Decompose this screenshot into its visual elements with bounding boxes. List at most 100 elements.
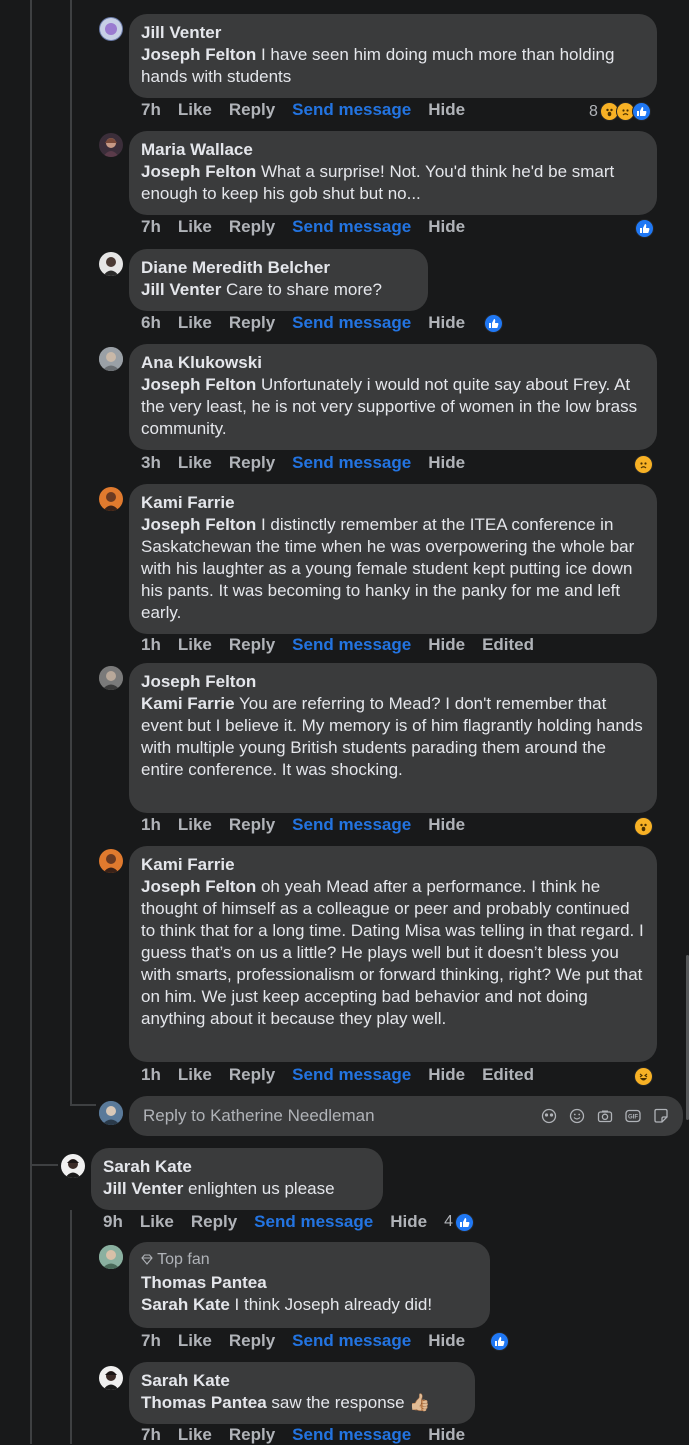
camera-icon[interactable] <box>597 1108 613 1124</box>
reaction-summary[interactable] <box>634 455 653 474</box>
comment-author[interactable]: Sarah Kate <box>141 1370 463 1392</box>
avatar[interactable] <box>99 252 123 276</box>
comment-author[interactable]: Diane Meredith Belcher <box>141 257 416 279</box>
comment-time[interactable]: 7h <box>141 1425 161 1445</box>
reply-button[interactable]: Reply <box>229 313 275 333</box>
comment-time[interactable]: 6h <box>141 313 161 333</box>
like-button[interactable]: Like <box>178 453 212 473</box>
like-reaction-icon[interactable] <box>490 1331 510 1351</box>
avatar[interactable] <box>99 347 123 371</box>
comment-time[interactable]: 1h <box>141 1065 161 1085</box>
hide-button[interactable]: Hide <box>428 217 465 237</box>
send-message-button[interactable]: Send message <box>292 100 411 120</box>
reaction-summary[interactable] <box>634 817 653 836</box>
sticker-icon[interactable] <box>653 1108 669 1124</box>
avatar[interactable] <box>99 849 123 873</box>
reaction-summary[interactable] <box>635 219 654 238</box>
avatar[interactable] <box>99 133 123 157</box>
like-button[interactable]: Like <box>178 1065 212 1085</box>
like-button[interactable]: Like <box>178 1425 212 1445</box>
reaction-summary[interactable] <box>634 1067 653 1086</box>
hide-button[interactable]: Hide <box>428 100 465 120</box>
comment-author[interactable]: Joseph Felton <box>141 671 645 693</box>
comment-time[interactable]: 1h <box>141 815 161 835</box>
like-button[interactable]: Like <box>178 100 212 120</box>
hide-button[interactable]: Hide <box>390 1212 427 1232</box>
top-fan-badge[interactable]: Top fan <box>141 1250 478 1270</box>
reply-button[interactable]: Reply <box>229 1065 275 1085</box>
hide-button[interactable]: Hide <box>428 1065 465 1085</box>
mention-tag[interactable]: Jill Venter <box>141 280 221 299</box>
comment-author[interactable]: Maria Wallace <box>141 139 645 161</box>
reply-input[interactable]: Reply to Katherine Needleman GIF <box>129 1096 683 1136</box>
mention-tag[interactable]: Joseph Felton <box>141 375 256 394</box>
send-message-button[interactable]: Send message <box>292 313 411 333</box>
hide-button[interactable]: Hide <box>428 453 465 473</box>
reply-button[interactable]: Reply <box>229 1331 275 1351</box>
comment-time[interactable]: 7h <box>141 1331 161 1351</box>
comment-author[interactable]: Jill Venter <box>141 22 645 44</box>
comment-time[interactable]: 7h <box>141 217 161 237</box>
reaction-summary[interactable]: 4 <box>444 1212 474 1232</box>
avatar-sticker-icon[interactable] <box>541 1108 557 1124</box>
hide-button[interactable]: Hide <box>428 1331 465 1351</box>
comment-body: saw the response 👍🏼 <box>266 1393 431 1412</box>
comment-author[interactable]: Kami Farrie <box>141 854 645 876</box>
hide-button[interactable]: Hide <box>428 815 465 835</box>
mention-tag[interactable]: Thomas Pantea <box>141 1393 267 1412</box>
reply-button[interactable]: Reply <box>229 453 275 473</box>
comment-bubble: Sarah Kate Jill Venter enlighten us plea… <box>91 1148 383 1210</box>
mention-tag[interactable]: Jill Venter <box>103 1179 183 1198</box>
avatar[interactable] <box>61 1154 85 1178</box>
send-message-button[interactable]: Send message <box>292 217 411 237</box>
comment-author[interactable]: Kami Farrie <box>141 492 645 514</box>
send-message-button[interactable]: Send message <box>292 1425 411 1445</box>
mention-tag[interactable]: Kami Farrie <box>141 694 235 713</box>
avatar[interactable] <box>99 666 123 690</box>
like-button[interactable]: Like <box>178 635 212 655</box>
reply-button[interactable]: Reply <box>229 217 275 237</box>
reply-button[interactable]: Reply <box>229 635 275 655</box>
mention-tag[interactable]: Sarah Kate <box>141 1295 230 1314</box>
hide-button[interactable]: Hide <box>428 313 465 333</box>
avatar[interactable] <box>99 1245 123 1269</box>
send-message-button[interactable]: Send message <box>292 635 411 655</box>
comment-time[interactable]: 1h <box>141 635 161 655</box>
send-message-button[interactable]: Send message <box>292 453 411 473</box>
avatar[interactable] <box>99 487 123 511</box>
reaction-summary[interactable]: 8 <box>589 102 651 121</box>
avatar[interactable] <box>99 1366 123 1390</box>
mention-tag[interactable]: Joseph Felton <box>141 515 256 534</box>
reply-button[interactable]: Reply <box>229 1425 275 1445</box>
send-message-button[interactable]: Send message <box>254 1212 373 1232</box>
mention-tag[interactable]: Joseph Felton <box>141 162 256 181</box>
send-message-button[interactable]: Send message <box>292 815 411 835</box>
like-button[interactable]: Like <box>178 1331 212 1351</box>
send-message-button[interactable]: Send message <box>292 1331 411 1351</box>
like-button[interactable]: Like <box>178 217 212 237</box>
emoji-icon[interactable] <box>569 1108 585 1124</box>
mention-tag[interactable]: Joseph Felton <box>141 877 256 896</box>
comment-time[interactable]: 3h <box>141 453 161 473</box>
hide-button[interactable]: Hide <box>428 1425 465 1445</box>
like-button[interactable]: Like <box>178 815 212 835</box>
reply-button[interactable]: Reply <box>229 100 275 120</box>
mention-tag[interactable]: Joseph Felton <box>141 45 256 64</box>
like-reaction-icon[interactable] <box>484 313 504 333</box>
avatar[interactable] <box>99 17 123 41</box>
like-button[interactable]: Like <box>178 313 212 333</box>
reply-button[interactable]: Reply <box>191 1212 237 1232</box>
reply-button[interactable]: Reply <box>229 815 275 835</box>
like-button[interactable]: Like <box>140 1212 174 1232</box>
comment-author[interactable]: Thomas Pantea <box>141 1272 478 1294</box>
comment-bubble: Maria Wallace Joseph Felton What a surpr… <box>129 131 657 215</box>
hide-button[interactable]: Hide <box>428 635 465 655</box>
comment-time[interactable]: 9h <box>103 1212 123 1232</box>
edited-label[interactable]: Edited <box>482 635 534 655</box>
comment-author[interactable]: Sarah Kate <box>103 1156 371 1178</box>
gif-icon[interactable]: GIF <box>625 1108 641 1124</box>
edited-label[interactable]: Edited <box>482 1065 534 1085</box>
comment-author[interactable]: Ana Klukowski <box>141 352 645 374</box>
send-message-button[interactable]: Send message <box>292 1065 411 1085</box>
comment-time[interactable]: 7h <box>141 100 161 120</box>
